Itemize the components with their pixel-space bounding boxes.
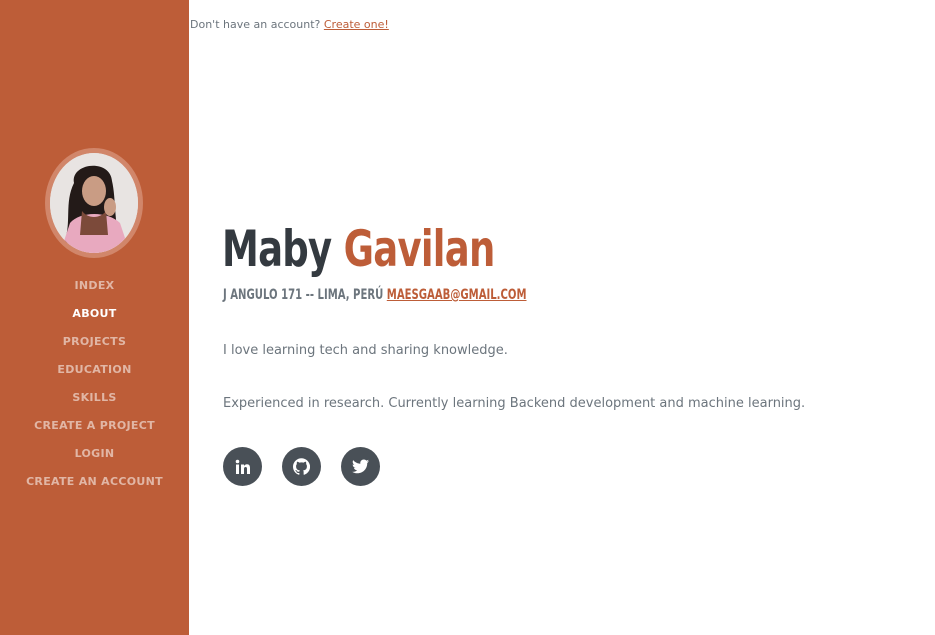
email-link[interactable]: maesgaab@gmail.com [387, 287, 527, 303]
contact-line: J Angulo 171 -- Lima, Perú maesgaab@gmai… [223, 287, 527, 303]
nav-link-projects[interactable]: Projects [63, 335, 126, 348]
nav-item-create-account: Create an account [0, 471, 189, 499]
twitter-button[interactable] [341, 447, 380, 486]
account-prompt-text: Don't have an account? [190, 18, 321, 31]
avatar [50, 153, 138, 253]
last-name: Gavilan [343, 220, 496, 278]
address: J Angulo 171 -- Lima, Perú [223, 287, 384, 303]
nav-item-skills: Skills [0, 387, 189, 415]
nav-link-skills[interactable]: Skills [72, 391, 116, 404]
nav-link-login[interactable]: Login [75, 447, 115, 460]
nav-item-about: About [0, 303, 189, 331]
nav-item-education: Education [0, 359, 189, 387]
nav-link-index[interactable]: Index [75, 279, 115, 292]
account-prompt: Don't have an account? Create one! [190, 18, 389, 31]
page-title: Maby Gavilan [222, 214, 495, 284]
first-name: Maby [222, 220, 332, 278]
nav-item-index: Index [0, 275, 189, 303]
avatar-frame[interactable] [45, 148, 143, 258]
nav-link-education[interactable]: Education [57, 363, 131, 376]
sidebar: Index About Projects Education Skills Cr… [0, 0, 189, 635]
github-button[interactable] [282, 447, 321, 486]
nav-item-create-project: Create a project [0, 415, 189, 443]
twitter-icon [352, 459, 369, 474]
linkedin-button[interactable] [223, 447, 262, 486]
sidebar-nav: Index About Projects Education Skills Cr… [0, 275, 189, 499]
nav-link-create-project[interactable]: Create a project [34, 419, 155, 432]
github-icon [293, 458, 310, 475]
create-account-link[interactable]: Create one! [324, 18, 389, 31]
nav-item-projects: Projects [0, 331, 189, 359]
nav-link-about[interactable]: About [72, 307, 116, 320]
social-icons [223, 447, 380, 486]
linkedin-icon [235, 459, 251, 475]
nav-item-login: Login [0, 443, 189, 471]
nav-link-create-account[interactable]: Create an account [26, 475, 163, 488]
lead-paragraph-2: Experienced in research. Currently learn… [223, 396, 806, 411]
lead-paragraph-1: I love learning tech and sharing knowled… [223, 343, 508, 358]
